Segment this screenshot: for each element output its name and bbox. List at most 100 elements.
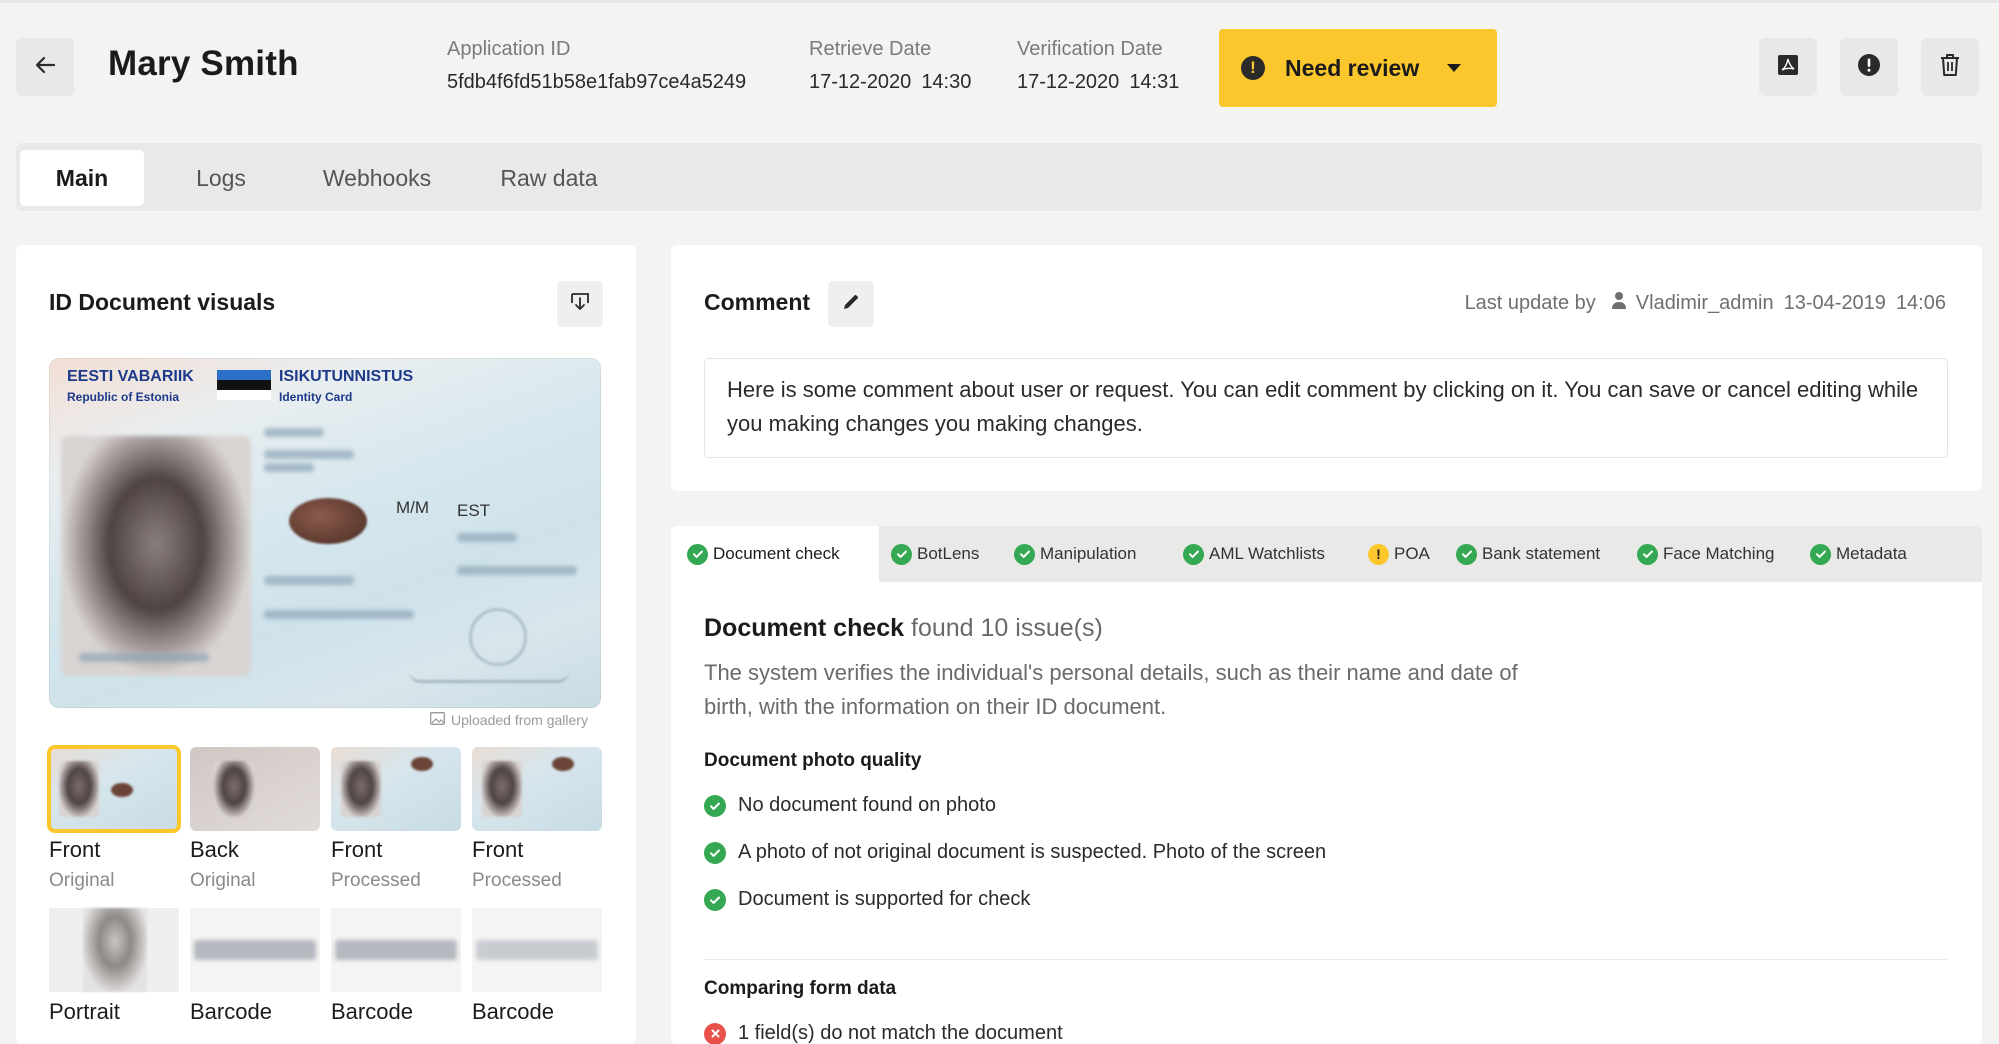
tab-label: POA <box>1394 544 1430 563</box>
arrow-left-icon <box>34 54 56 81</box>
thumbnail-portrait <box>214 761 254 817</box>
thumbnail-chip <box>552 757 574 771</box>
id-document-visuals-panel: ID Document visuals EESTI VABARIIK Repub… <box>16 245 636 1044</box>
verification-date-value: 17-12-2020 14:31 <box>1017 71 1179 94</box>
card-nationality: EST <box>457 501 491 520</box>
card-blurred-field <box>457 566 577 575</box>
thumbnail-label: Front <box>472 837 524 862</box>
tab-botlens[interactable]: BotLens <box>891 526 979 582</box>
thumbnail-back-original[interactable] <box>190 747 320 831</box>
check-item-text: No document found on photo <box>738 794 996 816</box>
chevron-down-icon <box>1447 64 1462 72</box>
thumbnail-front-processed-2[interactable] <box>472 747 602 831</box>
check-circle-icon <box>1456 543 1477 565</box>
pdf-button[interactable] <box>1759 38 1817 96</box>
check-circle-icon <box>1637 543 1658 565</box>
tab-logs[interactable]: Logs <box>166 150 276 206</box>
tab-document-check[interactable]: Document check <box>671 526 879 582</box>
check-circle-icon <box>704 888 726 911</box>
trash-icon <box>1939 53 1961 82</box>
last-update-date: 13-04-2019 <box>1783 291 1886 314</box>
application-id-block: Application ID 5fdb4f6fd51b58e1fab97ce4a… <box>447 38 746 94</box>
tab-label: AML Watchlists <box>1209 544 1325 563</box>
check-item: A photo of not original document is susp… <box>704 841 1326 864</box>
tab-label: Manipulation <box>1040 544 1137 563</box>
thumbnail-barcode[interactable] <box>190 908 320 992</box>
thumbnail-portrait-photo[interactable] <box>49 908 179 992</box>
card-blurred-field <box>264 450 354 459</box>
tab-aml-watchlists[interactable]: AML Watchlists <box>1183 526 1325 582</box>
report-issue-button[interactable] <box>1840 38 1898 96</box>
thumbnail-barcode[interactable] <box>472 908 602 992</box>
card-blurred-field <box>457 533 517 542</box>
card-blurred-field <box>264 428 324 437</box>
estonia-flag <box>217 370 271 400</box>
download-button[interactable] <box>557 281 603 327</box>
edit-comment-button[interactable] <box>828 281 874 327</box>
tab-manipulation[interactable]: Manipulation <box>1014 526 1136 582</box>
thumbnail-barcode[interactable] <box>331 908 461 992</box>
last-update-user: Vladimir_admin <box>1635 291 1774 314</box>
verification-time: 14:31 <box>1129 71 1180 93</box>
barcode-strip <box>476 940 598 960</box>
download-icon <box>569 291 591 318</box>
upload-source-text: Uploaded from gallery <box>451 712 588 728</box>
status-label: Need review <box>1285 54 1420 81</box>
pdf-icon <box>1776 53 1800 82</box>
check-circle-icon <box>1810 543 1831 565</box>
check-circle-icon <box>891 543 912 565</box>
thumbnail-label: Barcode <box>472 999 554 1024</box>
card-portrait <box>61 436 251 676</box>
card-blurred-field <box>79 653 209 662</box>
card-doc-type: ISIKUTUNNISTUS <box>279 368 414 385</box>
card-blurred-field <box>264 576 354 585</box>
panel-title: ID Document visuals <box>49 289 276 315</box>
thumbnail-sublabel: Processed <box>331 870 421 891</box>
tab-metadata[interactable]: Metadata <box>1810 526 1907 582</box>
retrieve-date: 17-12-2020 <box>809 71 912 93</box>
applicant-name: Mary Smith <box>108 44 299 83</box>
thumbnail-front-original[interactable] <box>47 745 181 833</box>
error-circle-icon <box>704 1022 726 1044</box>
tab-label: Metadata <box>1836 544 1907 563</box>
tab-label: Face Matching <box>1663 544 1775 563</box>
status-dropdown-button[interactable]: ! Need review <box>1219 29 1497 107</box>
tab-poa[interactable]: ! POA <box>1368 526 1430 582</box>
retrieve-date-value: 17-12-2020 14:30 <box>809 71 971 94</box>
thumbnail-sublabel: Original <box>49 870 115 891</box>
card-sex: M/M <box>396 498 430 517</box>
last-update-info: Last update by Vladimir_admin 13-04-2019… <box>1465 291 1946 315</box>
comment-text[interactable]: Here is some comment about user or reque… <box>704 358 1948 458</box>
thumbnail-label: Barcode <box>190 999 272 1024</box>
section-divider <box>704 959 1948 960</box>
image-icon <box>430 712 445 728</box>
check-circle-icon <box>704 794 726 817</box>
checks-panel: Document check BotLens Manipulation AML … <box>671 526 1982 1044</box>
back-button[interactable] <box>16 38 74 96</box>
tab-label: Bank statement <box>1482 544 1601 563</box>
tab-label: BotLens <box>917 544 980 563</box>
check-item: Document is supported for check <box>704 888 1030 911</box>
tab-face-matching[interactable]: Face Matching <box>1637 526 1775 582</box>
card-country-en: Republic of Estonia <box>67 390 180 404</box>
application-id-label: Application ID <box>447 38 571 60</box>
check-circle-icon <box>687 543 708 565</box>
id-card-image[interactable]: EESTI VABARIIK Republic of Estonia ISIKU… <box>49 358 601 708</box>
verification-date-block: Verification Date 17-12-2020 14:31 <box>1017 38 1179 94</box>
barcode-strip <box>335 940 457 960</box>
delete-button[interactable] <box>1921 38 1979 96</box>
verification-date-label: Verification Date <box>1017 38 1163 60</box>
thumbnail-chip <box>111 783 133 797</box>
tab-webhooks[interactable]: Webhooks <box>302 150 452 206</box>
tab-bank-statement[interactable]: Bank statement <box>1456 526 1600 582</box>
thumbnail-portrait <box>59 761 99 817</box>
portrait-face <box>83 908 147 992</box>
upload-source-note: Uploaded from gallery <box>430 712 588 728</box>
tab-raw-data[interactable]: Raw data <box>479 150 619 206</box>
thumbnail-front-processed[interactable] <box>331 747 461 831</box>
last-update-label: Last update by <box>1464 291 1596 314</box>
card-doc-type-en: Identity Card <box>279 390 353 404</box>
comment-title: Comment <box>704 289 811 315</box>
alert-icon: ! <box>1241 56 1265 80</box>
tab-main[interactable]: Main <box>20 150 144 206</box>
